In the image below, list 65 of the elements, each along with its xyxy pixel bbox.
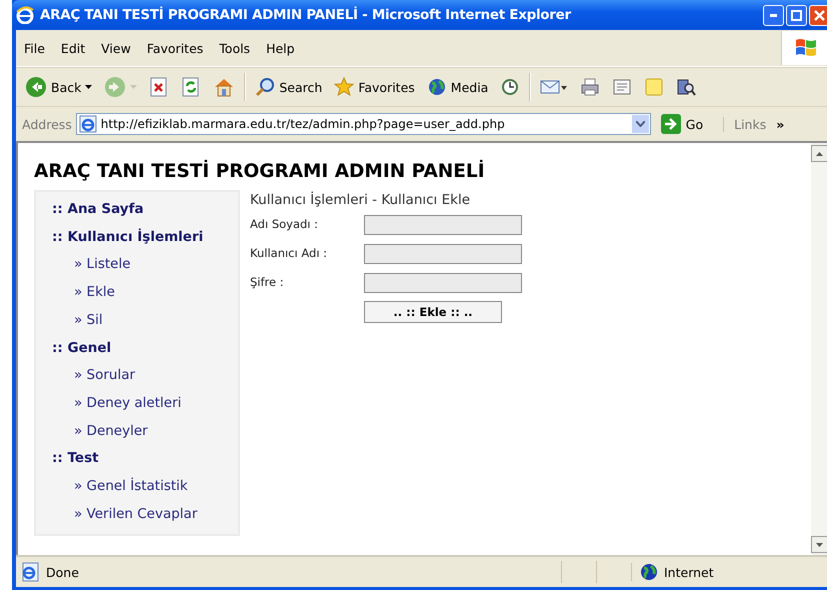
book-magnifier-icon — [676, 77, 696, 97]
window-title: ARAÇ TANI TESTİ PROGRAMI ADMIN PANELİ - Microsoft Internet Explorer — [40, 7, 572, 23]
dropdown-caret-icon — [130, 85, 138, 89]
add-button[interactable]: .. :: Ekle :: .. — [364, 301, 502, 323]
up-arrow-icon — [816, 152, 823, 156]
search-icon — [255, 77, 276, 97]
browser-e-icon — [16, 6, 34, 24]
close-icon — [814, 10, 825, 20]
nav-link[interactable]: :: Kullanıcı İşlemleri — [52, 224, 238, 252]
nav-sublink[interactable]: » Genel İstatistik — [52, 473, 238, 501]
input-field[interactable] — [364, 244, 522, 264]
refresh-icon — [181, 77, 202, 97]
field-label: Kullanıcı Adı : — [250, 245, 328, 262]
house-icon — [213, 76, 236, 98]
favorites-button[interactable]: Favorites — [329, 74, 420, 100]
document-icon — [612, 77, 632, 97]
field-label: Şifre : — [250, 274, 285, 291]
menu-item[interactable]: Tools — [211, 38, 258, 58]
address-field[interactable]: http://efiziklab.marmara.edu.tr/tez/admin.php?page=user_add.php — [76, 113, 651, 135]
nav-sublink[interactable]: » Deney aletleri — [52, 390, 238, 418]
star-icon — [334, 77, 354, 97]
page-e-icon — [20, 562, 40, 582]
nav-sublink[interactable]: » Ekle — [52, 279, 238, 307]
windows-flag-icon — [794, 37, 818, 59]
nav-link[interactable]: :: Genel — [52, 334, 238, 362]
stop-icon — [149, 77, 170, 97]
minimize-icon — [770, 14, 777, 16]
nav-sublink[interactable]: » Verilen Cevaplar — [52, 500, 238, 528]
dropdown-caret-icon — [85, 85, 92, 89]
scrollbar[interactable] — [811, 143, 827, 555]
globe-icon — [426, 77, 447, 97]
nav-sublink[interactable]: » Sil — [52, 306, 238, 335]
maximize-button[interactable] — [786, 4, 807, 26]
links-button[interactable]: Links — [723, 116, 766, 132]
close-button[interactable] — [809, 4, 827, 26]
go-button[interactable]: Go — [654, 114, 712, 134]
breadcrumb: Kullanıcı İşlemleri - Kullanıcı Ekle — [250, 192, 472, 208]
printer-icon — [580, 77, 600, 97]
menu-item[interactable]: Favorites — [138, 38, 212, 58]
nav-sublink[interactable]: » Sorular — [52, 362, 238, 390]
media-button[interactable]: Media — [422, 74, 494, 100]
menu-item[interactable]: File — [16, 38, 53, 58]
page-heading: ARAÇ TANI TESTİ PROGRAMI ADMIN PANELİ — [34, 161, 486, 182]
security-zone: Internet — [664, 564, 714, 580]
maximize-icon — [791, 10, 802, 20]
menu-item[interactable]: View — [93, 38, 139, 58]
globe-icon — [640, 563, 658, 581]
note-icon — [644, 77, 664, 97]
status-text: Done — [46, 564, 79, 580]
input-field[interactable] — [364, 272, 522, 292]
nav-link[interactable]: :: Ana Sayfa — [52, 196, 238, 224]
nav-sublink[interactable]: » Listele — [52, 251, 238, 280]
nav-link[interactable]: :: Test — [52, 445, 238, 474]
nav-sublink[interactable]: » Deneyler — [52, 418, 238, 446]
menu-item[interactable]: Help — [258, 38, 303, 58]
address-label: Address — [22, 116, 72, 132]
search-button[interactable]: Search — [250, 74, 328, 100]
down-arrow-icon — [816, 542, 823, 546]
back-button[interactable]: Back — [20, 73, 98, 101]
minimize-button[interactable] — [763, 4, 784, 26]
menu-item[interactable]: Edit — [52, 38, 94, 58]
field-label: Adı Soyadı : — [250, 216, 320, 233]
input-field[interactable] — [364, 214, 522, 234]
chevron-button[interactable]: » — [776, 116, 784, 132]
page-e-icon — [78, 115, 97, 133]
